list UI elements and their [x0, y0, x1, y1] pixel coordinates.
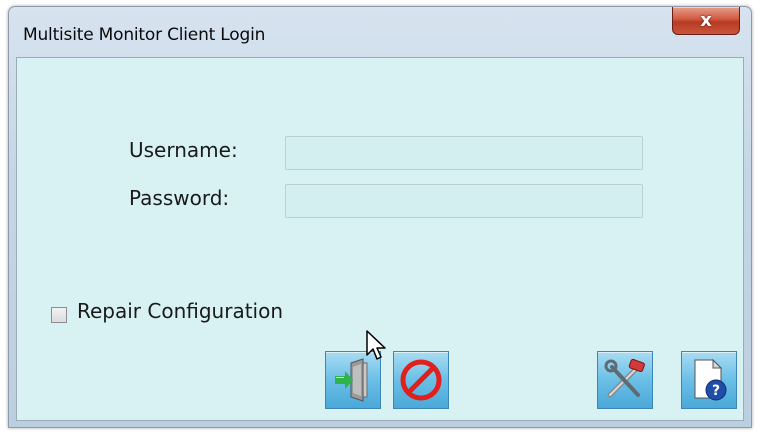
password-label: Password:	[129, 186, 230, 210]
cancel-icon	[400, 359, 442, 401]
help-button[interactable]: ?	[681, 351, 737, 409]
client-area: Username: Password: Repair Configuration	[16, 57, 744, 421]
repair-configuration-checkbox[interactable]	[51, 307, 67, 323]
login-window: Multisite Monitor Client Login x Usernam…	[8, 6, 752, 428]
tools-icon	[604, 358, 645, 398]
mouse-cursor-icon	[366, 330, 386, 360]
username-input[interactable]	[285, 136, 643, 170]
username-label: Username:	[129, 138, 238, 162]
window-title: Multisite Monitor Client Login	[23, 25, 266, 45]
svg-text:?: ?	[712, 383, 720, 399]
close-icon: x	[700, 9, 712, 31]
repair-configuration-label[interactable]: Repair Configuration	[77, 299, 283, 323]
cancel-button[interactable]	[393, 351, 449, 409]
password-input[interactable]	[285, 184, 643, 218]
tools-button[interactable]	[597, 351, 653, 409]
help-document-icon: ?	[694, 358, 727, 401]
close-button[interactable]: x	[672, 7, 740, 35]
title-bar[interactable]: Multisite Monitor Client Login x	[9, 7, 751, 57]
login-door-icon	[335, 358, 368, 402]
